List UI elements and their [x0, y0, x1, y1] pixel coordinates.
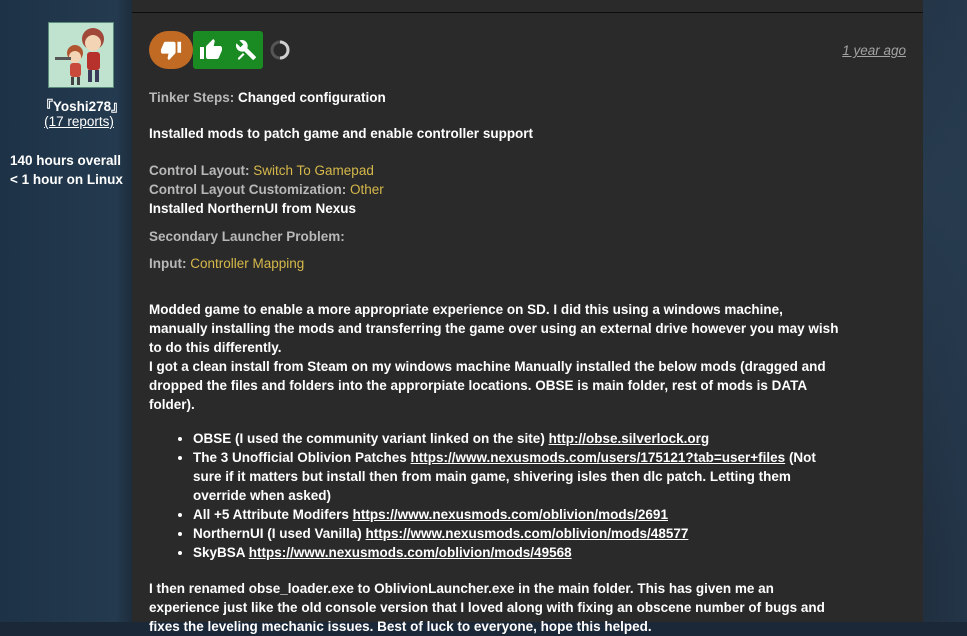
user-sidebar: 『Yoshi278』 (17 reports) 140 hours overal… — [0, 0, 132, 622]
tinker-steps: Tinker Steps: Changed configuration — [149, 88, 839, 107]
mod-link[interactable]: https://www.nexusmods.com/users/175121?t… — [411, 450, 786, 465]
thumbs-down-button[interactable] — [149, 31, 193, 69]
avatar[interactable] — [48, 22, 114, 88]
thumbs-down-icon — [160, 41, 182, 61]
mod-link[interactable]: https://www.nexusmods.com/oblivion/mods/… — [249, 545, 572, 560]
divider — [132, 12, 923, 13]
hours-overall: 140 hours overall — [10, 153, 122, 168]
input-value: Controller Mapping — [190, 256, 305, 271]
report-content: Tinker Steps: Changed configuration Inst… — [149, 88, 839, 636]
tinker-steps-label: Tinker Steps: — [149, 90, 235, 105]
input-label: Input: — [149, 256, 187, 271]
control-layout: Control Layout: Switch To Gamepad — [149, 161, 839, 180]
tools-icon — [235, 40, 256, 60]
control-custom-label: Control Layout Customization: — [149, 182, 347, 197]
paragraph-1: Modded game to enable a more appropriate… — [149, 302, 839, 355]
paragraph-2: I got a clean install from Steam on my w… — [149, 359, 826, 412]
thumbs-up-icon — [199, 39, 222, 59]
username[interactable]: 『Yoshi278』 — [0, 95, 132, 115]
mod-link[interactable]: https://www.nexusmods.com/oblivion/mods/… — [353, 507, 668, 522]
control-layout-value: Switch To Gamepad — [253, 163, 374, 178]
playtime-info: 140 hours overall < 1 hour on Linux — [10, 151, 123, 189]
list-item: SkyBSA https://www.nexusmods.com/oblivio… — [193, 543, 839, 562]
loading-spinner-icon — [269, 38, 291, 62]
list-item: OBSE (I used the community variant linke… — [193, 429, 839, 448]
thumbs-up-button[interactable] — [193, 31, 263, 69]
input: Input: Controller Mapping — [149, 254, 839, 273]
control-layout-label: Control Layout: — [149, 163, 250, 178]
paragraph-3: I then renamed obse_loader.exe to Oblivi… — [149, 581, 825, 634]
mod-link[interactable]: https://www.nexusmods.com/oblivion/mods/… — [366, 526, 689, 541]
northern-ui-line: Installed NorthernUI from Nexus — [149, 201, 357, 216]
tinker-steps-value: Changed configuration — [238, 90, 386, 105]
list-item: All +5 Attribute Modifers https://www.ne… — [193, 505, 839, 524]
list-item: NorthernUI (I used Vanilla) https://www.… — [193, 524, 839, 543]
hours-linux: < 1 hour on Linux — [10, 172, 123, 187]
control-custom-value: Other — [350, 182, 384, 197]
installed-mods-line: Installed mods to patch game and enable … — [149, 126, 534, 141]
secondary-launcher-label: Secondary Launcher Problem: — [149, 229, 345, 244]
report-panel: 1 year ago Tinker Steps: Changed configu… — [132, 0, 923, 634]
control-layout-customization: Control Layout Customization: Other — [149, 180, 839, 199]
reports-link[interactable]: (17 reports) — [0, 114, 132, 129]
mod-link[interactable]: http://obse.silverlock.org — [549, 431, 710, 446]
list-item: The 3 Unofficial Oblivion Patches https:… — [193, 448, 839, 505]
time-ago-link[interactable]: 1 year ago — [842, 43, 906, 58]
mods-list: OBSE (I used the community variant linke… — [149, 429, 839, 562]
